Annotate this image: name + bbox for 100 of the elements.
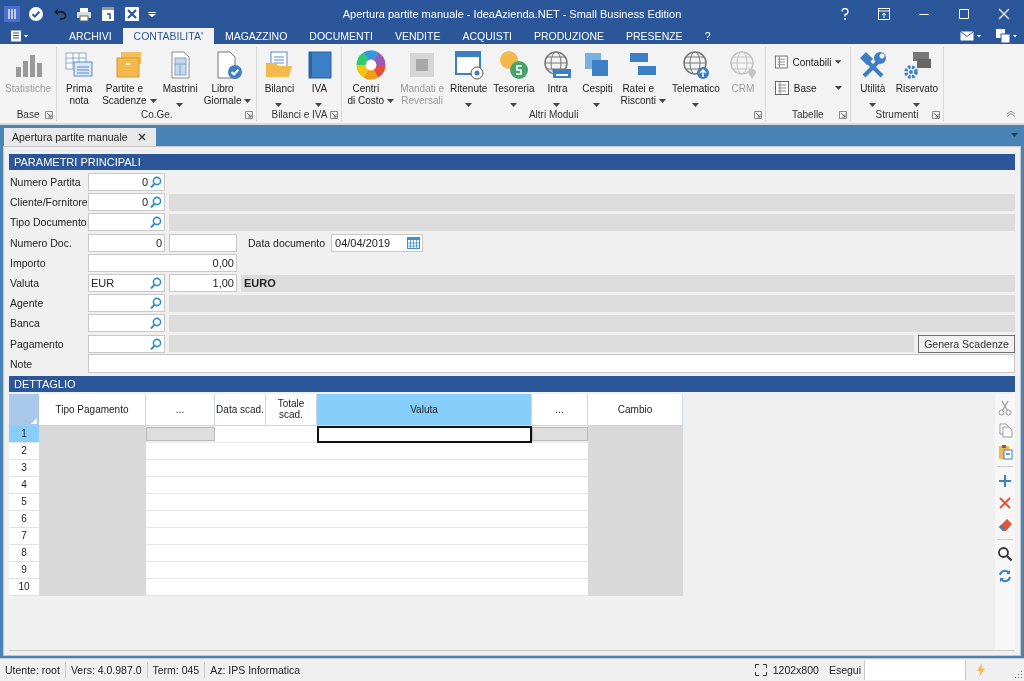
color-wheel-icon <box>354 49 387 81</box>
search-icon[interactable] <box>997 545 1013 562</box>
column-header[interactable]: Data scad. <box>215 393 266 426</box>
help-icon[interactable] <box>840 8 850 20</box>
field-label: Data documento <box>248 236 326 249</box>
group-label: Tabelle <box>792 108 824 120</box>
eraser-icon[interactable] <box>997 516 1013 533</box>
ribbon-button[interactable]: Prima nota <box>59 47 100 108</box>
group-label: Strumenti <box>875 108 919 120</box>
app-logo-icon[interactable] <box>4 6 20 22</box>
ribbon-button[interactable]: Intra <box>537 47 578 108</box>
lookup-field[interactable] <box>88 334 165 353</box>
input-field[interactable]: 0 <box>88 233 165 252</box>
status-text: Az: IPS Informatica <box>209 663 302 678</box>
delete-icon[interactable] <box>997 494 1013 511</box>
ribbon-button[interactable]: Mastrini <box>159 47 201 108</box>
menu-tab[interactable]: PRESENZE <box>615 28 694 44</box>
ribbon-button[interactable]: Telematico <box>669 47 723 108</box>
lookup-field[interactable]: 0 <box>88 173 165 192</box>
plus-icon[interactable] <box>997 472 1013 489</box>
command-field[interactable] <box>864 660 966 680</box>
ribbon-button[interactable]: Libro Giornale <box>200 47 255 108</box>
field-label: Pagamento <box>9 337 65 350</box>
ribbon-button[interactable]: Contabili <box>773 53 842 71</box>
lookup-field[interactable] <box>88 314 165 333</box>
lookup-field[interactable]: EUR <box>88 274 165 293</box>
field-label: Valuta <box>9 277 40 290</box>
column-header[interactable]: ... <box>146 393 215 426</box>
section-header: DETTAGLIO <box>9 375 1015 392</box>
cell-button[interactable] <box>146 426 215 441</box>
menu-tab[interactable]: PRODUZIONE <box>523 28 616 44</box>
document-menu-icon[interactable] <box>10 30 30 42</box>
dialog-launcher-icon[interactable] <box>245 111 254 120</box>
ribbon-button[interactable]: Riservato <box>892 47 942 108</box>
mail-icon[interactable] <box>960 30 982 42</box>
ribbon-button[interactable]: Base <box>773 79 842 97</box>
refresh-icon[interactable] <box>997 567 1013 584</box>
date-field[interactable]: 04/04/2019 <box>331 233 424 252</box>
caret-icon[interactable] <box>148 11 156 17</box>
column-header[interactable]: Tipo Pagamento <box>39 393 146 426</box>
ribbon-button[interactable]: Utilità <box>852 47 893 108</box>
ribbon-button[interactable]: Ritenute <box>447 47 491 108</box>
document-tab[interactable]: Apertura partite manuale <box>4 128 156 146</box>
field-label: Numero Partita <box>9 176 82 189</box>
resize-grip-icon[interactable] <box>1014 670 1022 678</box>
field-label: Importo <box>9 256 47 269</box>
cell-button[interactable] <box>532 426 588 441</box>
calculator-icon[interactable] <box>100 6 116 22</box>
generate-button[interactable]: Genera Scadenze <box>918 334 1015 353</box>
dialog-launcher-icon[interactable] <box>932 111 941 120</box>
menu-tab[interactable]: ACQUISTI <box>451 28 523 44</box>
menu-tab[interactable]: ? <box>693 28 722 44</box>
globe-icon <box>541 49 574 81</box>
menu-tab[interactable]: ARCHIVI <box>58 28 123 44</box>
dialog-launcher-icon[interactable] <box>838 111 847 120</box>
column-header[interactable]: Valuta <box>317 393 532 426</box>
dialog-launcher-icon[interactable] <box>45 111 54 120</box>
menu-tab[interactable]: CONTABILITA' <box>122 28 214 44</box>
check-icon[interactable] <box>28 6 44 22</box>
restore-up-icon[interactable] <box>878 8 890 20</box>
ribbon-button[interactable]: Bilanci <box>259 47 300 108</box>
calendar-icon[interactable] <box>407 236 421 249</box>
lookup-field[interactable] <box>88 294 165 313</box>
lookup-field[interactable] <box>88 213 165 232</box>
menu-tab[interactable]: MAGAZZINO <box>213 28 299 44</box>
ribbon-button[interactable]: Partite e Scadenze <box>99 47 160 108</box>
close-icon[interactable] <box>137 133 146 141</box>
list-icon <box>773 54 789 70</box>
input-field[interactable] <box>88 354 1015 374</box>
column-header[interactable]: Totale scad. <box>266 393 317 426</box>
column-header[interactable]: Cambio <box>588 393 683 426</box>
ribbon-button[interactable]: IVA <box>299 47 340 108</box>
ribbon-button[interactable]: Cespiti <box>577 47 618 108</box>
dialog-launcher-icon[interactable] <box>330 111 339 120</box>
lookup-field[interactable]: 0 <box>88 193 165 212</box>
undo-icon[interactable] <box>52 6 68 22</box>
ribbon-button[interactable]: Ratei e Risconti <box>617 47 670 108</box>
input-field[interactable]: 0,00 <box>88 253 237 272</box>
paste-icon[interactable] <box>997 443 1013 460</box>
ribbon-button[interactable]: Tesoreria <box>490 47 538 108</box>
column-header[interactable]: ... <box>532 393 588 426</box>
list-icon <box>773 80 790 96</box>
dialog-launcher-icon[interactable] <box>753 111 762 120</box>
input-field[interactable]: 1,00 <box>169 274 237 293</box>
status-text: Vers: 4.0.987.0 <box>65 662 148 678</box>
menu-tab[interactable]: DOCUMENTI <box>298 28 384 44</box>
print-icon[interactable] <box>76 6 92 22</box>
input-field[interactable] <box>169 233 237 252</box>
status-text: Term: 045 <box>147 662 206 678</box>
field-label: Banca <box>9 317 41 330</box>
fullscreen-icon[interactable] <box>754 664 767 676</box>
caret-icon[interactable] <box>1011 133 1018 137</box>
group-label: Co.Ge. <box>140 108 173 120</box>
ribbon-button[interactable]: Centri di Costo <box>344 47 398 108</box>
collapse-ribbon-icon[interactable] <box>1006 110 1016 117</box>
windows-icon[interactable] <box>996 29 1018 43</box>
maximize-icon[interactable] <box>958 8 970 20</box>
field-label: Tipo Documento <box>9 216 84 229</box>
menu-tab[interactable]: VENDITE <box>383 28 452 44</box>
description-field: EURO <box>241 274 1015 292</box>
